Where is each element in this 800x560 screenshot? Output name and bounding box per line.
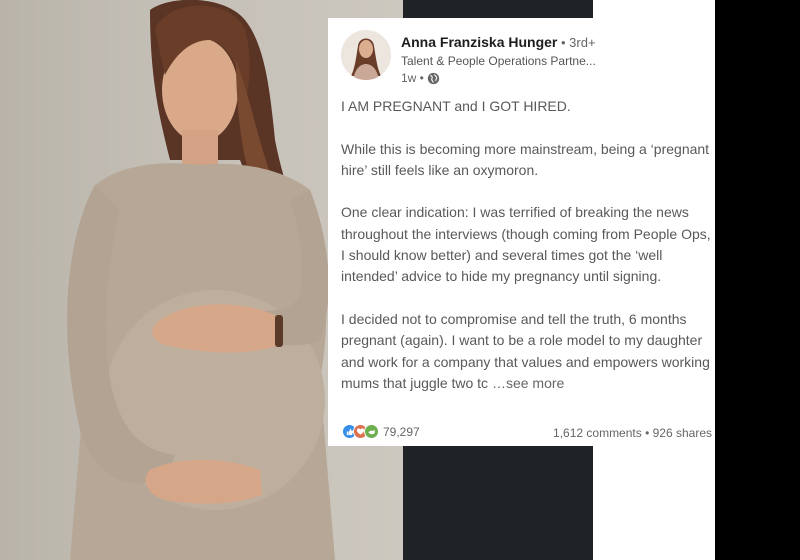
connection-degree: • 3rd+ (557, 35, 596, 50)
post-meta: 1w • (401, 71, 440, 85)
post-stats: 1,612 comments • 926 shares (553, 426, 712, 440)
reactions-summary[interactable]: 79,297 (342, 424, 420, 439)
stats-separator: • (641, 426, 653, 440)
post-paragraph: I AM PREGNANT and I GOT HIRED. (341, 98, 571, 114)
post-paragraph: One clear indication: I was terrified of… (341, 204, 711, 285)
linkedin-post-card[interactable]: Anna Franziska Hunger • 3rd+ Talent & Pe… (328, 18, 715, 446)
post-time: 1w • (401, 71, 424, 85)
author-avatar[interactable] (341, 30, 391, 80)
see-more-link[interactable]: …see more (488, 375, 564, 391)
author-name-line[interactable]: Anna Franziska Hunger • 3rd+ (401, 34, 596, 50)
post-paragraph: I decided not to compromise and tell the… (341, 309, 713, 394)
reaction-count: 79,297 (383, 424, 420, 439)
author-title: Talent & People Operations Partne... (401, 54, 596, 68)
post-paragraph: While this is becoming more mainstream, … (341, 140, 710, 178)
support-reaction-icon (364, 424, 379, 439)
globe-icon (427, 72, 440, 84)
shares-count[interactable]: 926 shares (653, 426, 712, 440)
author-name[interactable]: Anna Franziska Hunger (401, 34, 557, 50)
black-side-bar (715, 0, 800, 560)
post-body: I AM PREGNANT and I GOT HIRED. While thi… (341, 96, 713, 415)
comments-count[interactable]: 1,612 comments (553, 426, 642, 440)
